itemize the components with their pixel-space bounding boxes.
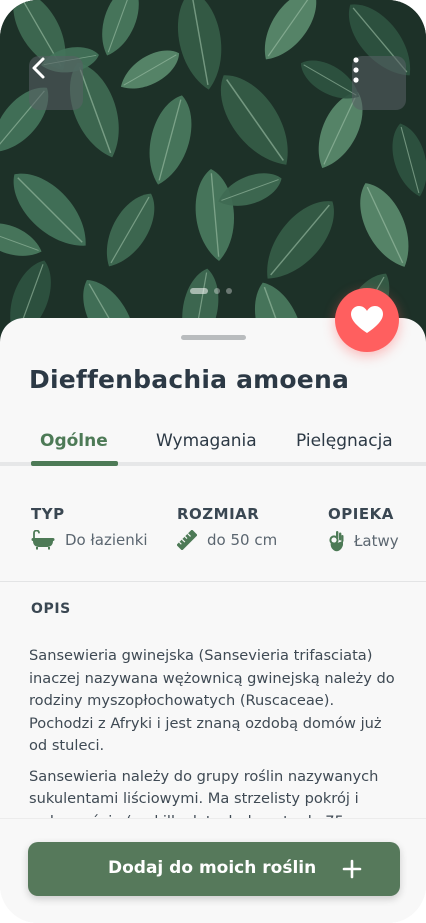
- description-text: Sansewieria gwinejska (Sansevieria trifa…: [29, 645, 401, 820]
- carousel-dot-2[interactable]: [214, 288, 220, 294]
- back-button[interactable]: [29, 56, 83, 110]
- tab-wymagania[interactable]: Wymagania: [156, 431, 257, 451]
- carousel-dot-1[interactable]: [190, 288, 208, 294]
- tab-active-indicator: [31, 461, 118, 466]
- description-label: OPIS: [31, 601, 71, 617]
- plus-icon: [342, 859, 362, 879]
- attribute-label: ROZMIAR: [177, 505, 260, 523]
- attribute-value: Łatwy: [354, 532, 399, 550]
- description-paragraph: Sansewieria należy do grupy roślin nazyw…: [29, 767, 379, 821]
- attribute-value: Do łazienki: [65, 531, 148, 549]
- description-paragraph: Sansewieria gwinejska (Sansevieria trifa…: [29, 647, 395, 754]
- heart-icon: [351, 306, 383, 333]
- attributes-row: TYP Do łazienki ROZMIAR do 50 cm OPIEKA …: [0, 505, 426, 565]
- tab-bar: Ogólne Wymagania Pielęgnacja: [0, 425, 426, 467]
- attribute-value: do 50 cm: [207, 531, 278, 549]
- more-options-button[interactable]: [352, 56, 406, 110]
- carousel-dot-3[interactable]: [226, 288, 232, 294]
- attribute-value-row: Do łazienki: [31, 530, 148, 550]
- bathtub-icon: [31, 530, 55, 550]
- drag-handle[interactable]: [181, 335, 246, 340]
- favorite-button[interactable]: [335, 288, 399, 352]
- attribute-label: TYP: [31, 505, 65, 523]
- hand-ok-icon: [329, 531, 344, 552]
- carousel-indicator[interactable]: [190, 288, 232, 294]
- attribute-label: OPIEKA: [328, 505, 394, 523]
- attribute-value-row: do 50 cm: [177, 530, 277, 550]
- attribute-type: TYP Do łazienki: [31, 505, 148, 550]
- tab-pielegnacja[interactable]: Pielęgnacja: [296, 431, 393, 451]
- plant-name: Dieffenbachia amoena: [29, 365, 350, 394]
- add-to-my-plants-button[interactable]: Dodaj do moich roślin: [28, 842, 400, 896]
- ruler-icon: [177, 530, 197, 550]
- plant-detail-screen: Dieffenbachia amoena Ogólne Wymagania Pi…: [0, 0, 426, 923]
- section-divider: [0, 581, 426, 582]
- chevron-left-icon: [32, 57, 45, 79]
- attribute-value-row: Łatwy: [328, 530, 399, 552]
- add-button-label: Dodaj do moich roślin: [108, 858, 317, 878]
- attribute-care: OPIEKA Łatwy: [328, 505, 399, 552]
- tab-ogolne[interactable]: Ogólne: [40, 431, 108, 451]
- attribute-size: ROZMIAR do 50 cm: [177, 505, 277, 550]
- more-vertical-icon: [353, 57, 359, 83]
